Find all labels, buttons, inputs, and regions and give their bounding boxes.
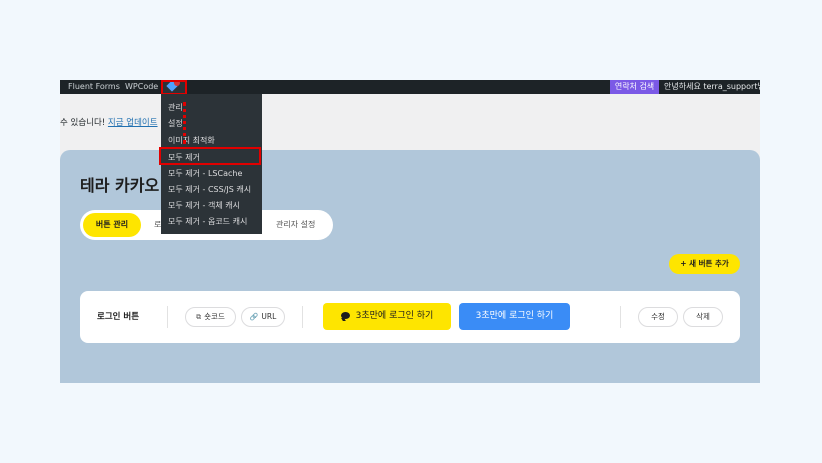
blue-login-preview-button[interactable]: 3초만에 로그인 하기 — [459, 303, 570, 330]
highlight-purge-all — [159, 147, 261, 165]
update-notice: 수 있습니다! 지금 업데이트 — [60, 116, 158, 128]
copy-icon: ⧉ — [196, 313, 202, 321]
link-icon: 🔗 — [249, 313, 259, 321]
page-title: 테라 카카오 — [80, 176, 160, 195]
url-label: URL — [261, 312, 277, 321]
adminbar-fluent-forms[interactable]: Fluent Forms — [68, 80, 120, 94]
menu-item-purge-css-js[interactable]: 모두 제거 - CSS/JS 캐시 — [168, 184, 251, 195]
delete-button[interactable]: 삭제 — [683, 307, 723, 327]
menu-item-settings[interactable]: 설정 — [168, 118, 183, 129]
card-divider — [620, 306, 621, 328]
menu-item-purge-object-cache[interactable]: 모두 제거 - 객체 캐시 — [168, 200, 240, 211]
speech-bubble-icon — [340, 312, 350, 319]
card-divider — [167, 306, 168, 328]
adminbar-wpcode[interactable]: WPCode — [125, 80, 158, 94]
url-copy-button[interactable]: 🔗 URL — [241, 307, 285, 327]
tab-button-manage[interactable]: 버튼 관리 — [83, 213, 141, 237]
update-now-link[interactable]: 지금 업데이트 — [108, 118, 158, 128]
edit-button[interactable]: 수정 — [638, 307, 678, 327]
menu-item-purge-opcode-cache[interactable]: 모두 제거 - 옵코드 캐시 — [168, 216, 247, 227]
kakao-login-label: 3초만에 로그인 하기 — [355, 311, 434, 321]
highlight-litespeed-icon — [161, 80, 187, 95]
card-label: 로그인 버튼 — [97, 312, 140, 322]
menu-item-image-optimization[interactable]: 이미지 최적화 — [168, 135, 215, 146]
menu-item-manage[interactable]: 관리 — [168, 102, 183, 113]
tab-admin-settings[interactable]: 관리자 설정 — [276, 210, 315, 240]
button-card: 로그인 버튼 ⧉ 숏코드 🔗 URL 3초만에 로그인 하기 3초만에 로그인 하기… — [80, 291, 740, 343]
notice-text: 수 있습니다! — [60, 118, 106, 128]
kakao-login-preview-button[interactable]: 3초만에 로그인 하기 — [323, 303, 451, 330]
contact-search-button[interactable]: 연락처 검색 — [610, 80, 659, 94]
add-new-button[interactable]: + 새 버튼 추가 — [669, 254, 740, 274]
card-divider — [302, 306, 303, 328]
shortcode-copy-button[interactable]: ⧉ 숏코드 — [185, 307, 236, 327]
user-greeting[interactable]: 안녕하세요 terra_support님 — [664, 80, 760, 94]
highlight-dotted-guide — [183, 102, 189, 144]
browser-viewport: Fluent Forms WPCode 연락처 검색 안녕하세요 terra_s… — [60, 80, 760, 383]
menu-item-purge-lscache[interactable]: 모두 제거 - LSCache — [168, 168, 242, 179]
shortcode-label: 숏코드 — [204, 312, 225, 321]
